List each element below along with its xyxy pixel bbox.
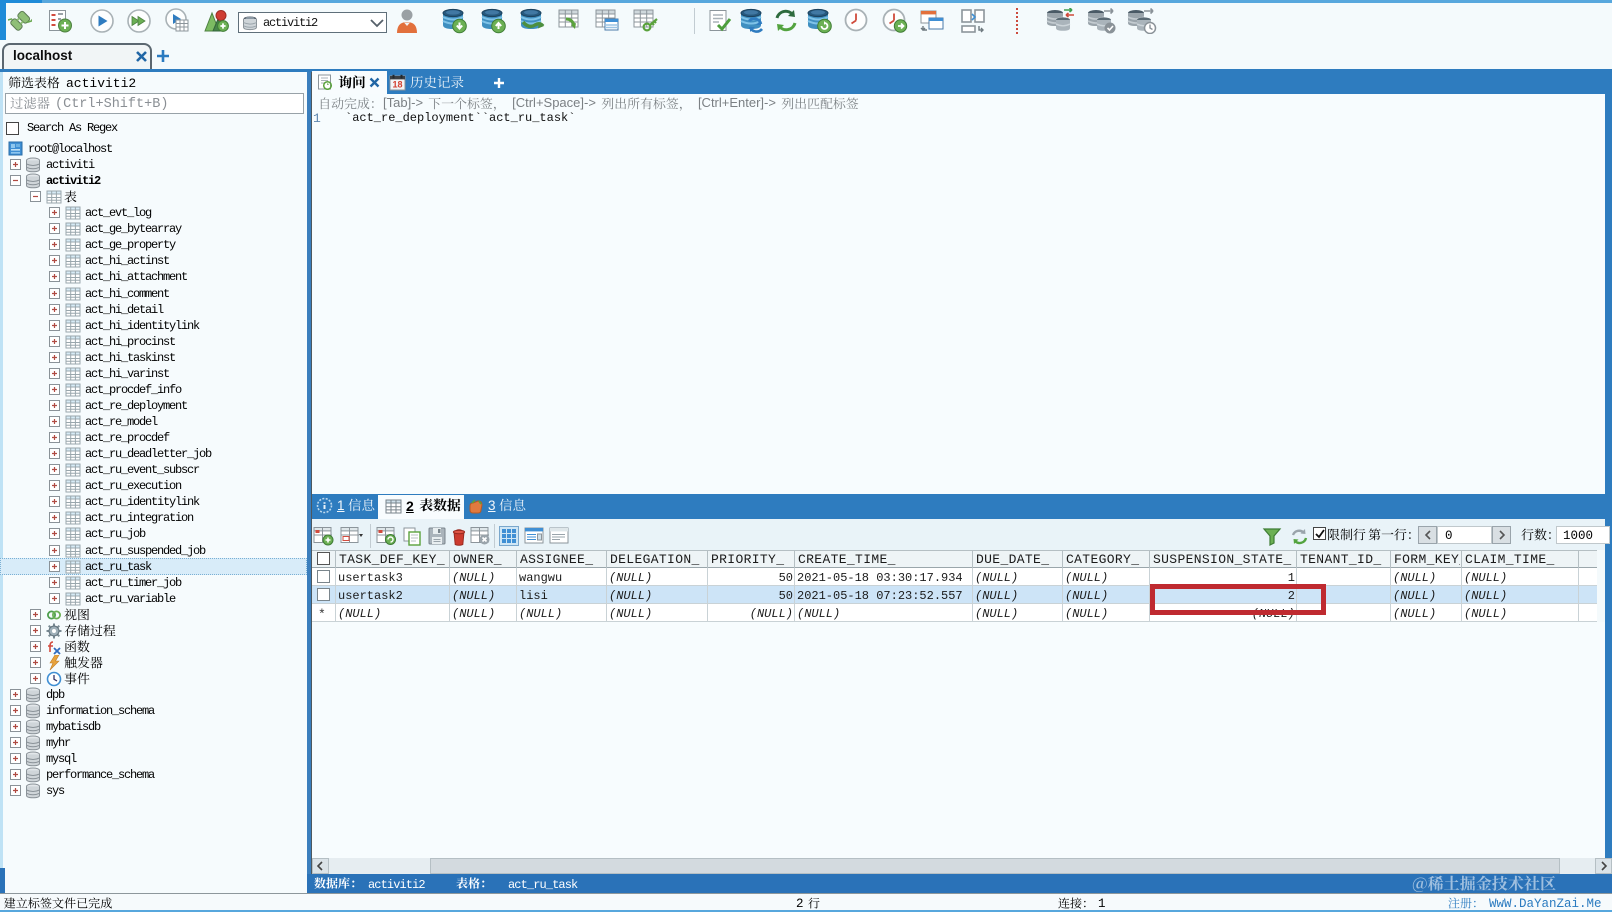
svg-text:18: 18	[392, 80, 402, 90]
